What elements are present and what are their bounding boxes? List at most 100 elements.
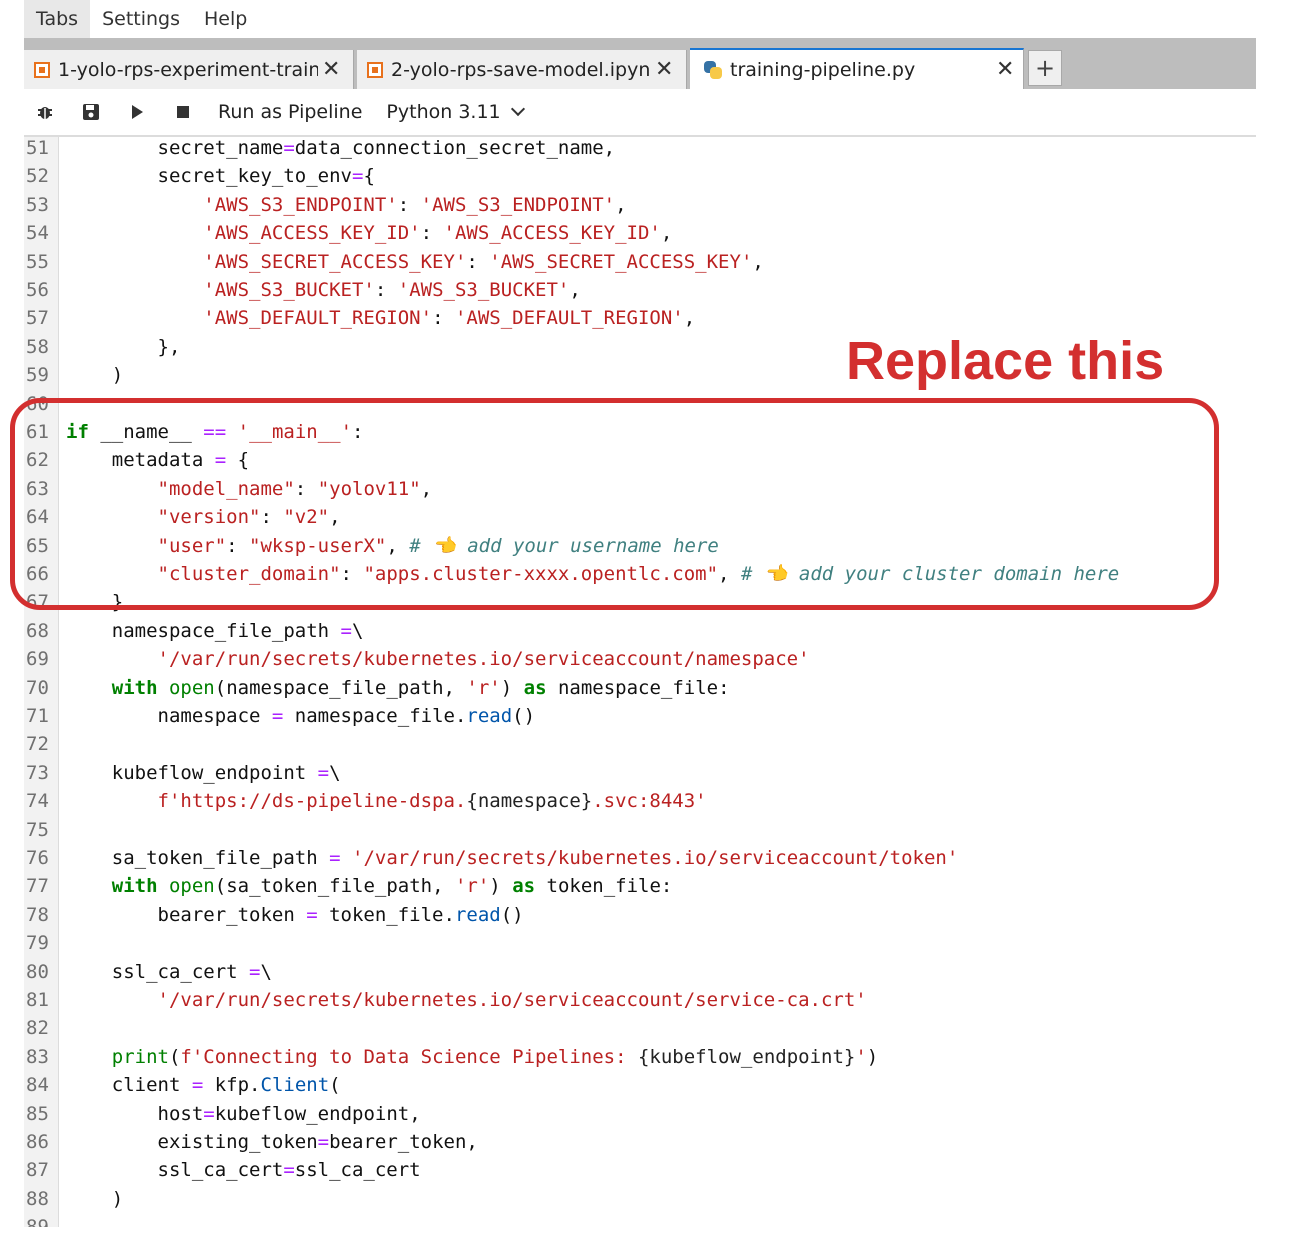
code-text: bearer_token = token_file.read() (66, 903, 524, 926)
line-number: 84 (26, 1074, 49, 1097)
code-line: 55 'AWS_SECRET_ACCESS_KEY': 'AWS_SECRET_… (24, 248, 1256, 276)
menu-help[interactable]: Help (192, 0, 259, 38)
add-tab-button[interactable]: + (1028, 50, 1062, 86)
tab-save-model[interactable]: 2-yolo-rps-save-model.ipyn ✕ (357, 50, 687, 89)
code-text: namespace_file_path =\ (66, 619, 364, 642)
code-text: kubeflow_endpoint =\ (66, 761, 341, 784)
code-text: '/var/run/secrets/kubernetes.io/servicea… (157, 648, 810, 671)
code-line: 72 (24, 730, 1256, 758)
line-number: 69 (26, 648, 49, 671)
editor-toolbar: Run as Pipeline Python 3.11 (24, 89, 1256, 137)
code-text: '/var/run/secrets/kubernetes.io/servicea… (157, 989, 867, 1011)
run-as-pipeline-button[interactable]: Run as Pipeline (218, 101, 362, 123)
code-text: print(f'Connecting to Data Science Pipel… (111, 1045, 879, 1068)
code-line: 89 (24, 1213, 1256, 1227)
annotation-text: Replace this (846, 331, 1165, 391)
code-line: 83 print(f'Connecting to Data Science Pi… (24, 1043, 1256, 1071)
code-text: 'AWS_DEFAULT_REGION': 'AWS_DEFAULT_REGIO… (203, 307, 696, 330)
code-text: secret_name=data_connection_secret_name, (66, 137, 616, 159)
line-number: 54 (26, 222, 49, 245)
tab-label: training-pipeline.py (730, 58, 916, 81)
line-number: 70 (26, 676, 49, 699)
code-text: with open(namespace_file_path, 'r') as n… (111, 676, 730, 699)
code-text: 'AWS_SECRET_ACCESS_KEY': 'AWS_SECRET_ACC… (203, 250, 764, 273)
bug-icon[interactable] (36, 103, 54, 121)
code-line: 76 sa_token_file_path = '/var/run/secret… (24, 844, 1256, 872)
tab-training-pipeline[interactable]: training-pipeline.py ✕ (690, 48, 1024, 89)
tab-label: 1-yolo-rps-experiment-train (58, 58, 318, 81)
code-text: 'AWS_S3_BUCKET': 'AWS_S3_BUCKET', (203, 279, 581, 301)
code-line: 73 kubeflow_endpoint =\ (24, 759, 1256, 787)
code-text: existing_token=bearer_token, (66, 1131, 478, 1153)
line-number: 68 (26, 619, 49, 642)
code-line: 51 secret_name=data_connection_secret_na… (24, 137, 1256, 162)
line-number: 53 (26, 193, 49, 216)
notebook-icon (367, 61, 383, 78)
line-number: 74 (26, 790, 49, 813)
python-icon (704, 60, 722, 79)
line-number: 89 (24, 1213, 56, 1227)
line-number: 83 (26, 1045, 49, 1068)
line-number: 56 (26, 279, 49, 301)
code-text: ) (66, 364, 124, 387)
code-text: secret_key_to_env={ (66, 165, 375, 188)
code-line: 57 'AWS_DEFAULT_REGION': 'AWS_DEFAULT_RE… (24, 304, 1256, 332)
save-icon[interactable] (82, 103, 100, 121)
line-number: 51 (26, 137, 49, 159)
code-line: 88 ) (24, 1185, 1256, 1213)
code-line: 54 'AWS_ACCESS_KEY_ID': 'AWS_ACCESS_KEY_… (24, 219, 1256, 247)
code-editor[interactable]: 51 secret_name=data_connection_secret_na… (24, 137, 1256, 1227)
code-text: client = kfp.Client( (66, 1074, 341, 1097)
code-text: f'https://ds-pipeline-dspa.{namespace}.s… (157, 790, 707, 813)
line-number: 87 (26, 1159, 49, 1182)
code-line: 70 with open(namespace_file_path, 'r') a… (24, 674, 1256, 702)
line-number: 73 (26, 761, 49, 784)
line-number: 52 (26, 165, 49, 188)
code-text: namespace = namespace_file.read() (66, 705, 536, 727)
code-line: 68 namespace_file_path =\ (24, 617, 1256, 645)
close-icon[interactable]: ✕ (322, 57, 340, 82)
code-text: }, (66, 335, 181, 358)
code-line: 52 secret_key_to_env={ (24, 162, 1256, 190)
code-line: 80 ssl_ca_cert =\ (24, 958, 1256, 986)
code-line: 74 f'https://ds-pipeline-dspa.{namespace… (24, 787, 1256, 815)
notebook-icon (34, 61, 50, 78)
line-number: 79 (26, 932, 49, 955)
code-line: 69 '/var/run/secrets/kubernetes.io/servi… (24, 645, 1256, 673)
line-number: 58 (26, 335, 49, 358)
stop-icon[interactable] (174, 103, 192, 121)
code-line: 87 ssl_ca_cert=ssl_ca_cert (24, 1156, 1256, 1184)
code-line: 84 client = kfp.Client( (24, 1071, 1256, 1099)
tab-experiment-train[interactable]: 1-yolo-rps-experiment-train ✕ (24, 50, 354, 89)
code-line: 75 (24, 816, 1256, 844)
code-text: ssl_ca_cert =\ (66, 960, 272, 983)
code-text: 'AWS_S3_ENDPOINT': 'AWS_S3_ENDPOINT', (203, 193, 627, 216)
code-line: 81 '/var/run/secrets/kubernetes.io/servi… (24, 986, 1256, 1014)
chevron-down-icon (510, 101, 525, 117)
code-line: 71 namespace = namespace_file.read() (24, 702, 1256, 730)
code-text: ssl_ca_cert=ssl_ca_cert (66, 1159, 421, 1182)
line-number: 57 (26, 307, 49, 330)
line-number: 75 (26, 818, 49, 841)
menu-settings[interactable]: Settings (90, 0, 192, 38)
code-line: 82 (24, 1014, 1256, 1042)
kernel-label: Python 3.11 (386, 101, 501, 123)
line-number: 78 (26, 903, 49, 926)
code-line: 85 host=kubeflow_endpoint, (24, 1100, 1256, 1128)
kernel-selector[interactable]: Python 3.11 (386, 101, 525, 123)
close-icon[interactable]: ✕ (655, 57, 673, 82)
code-line: 78 bearer_token = token_file.read() (24, 901, 1256, 929)
code-text: 'AWS_ACCESS_KEY_ID': 'AWS_ACCESS_KEY_ID'… (203, 222, 673, 245)
tab-label: 2-yolo-rps-save-model.ipyn (391, 58, 651, 81)
run-icon[interactable] (128, 103, 146, 121)
line-number: 59 (26, 364, 49, 387)
line-number: 86 (26, 1131, 49, 1153)
menu-tabs[interactable]: Tabs (24, 0, 91, 38)
line-number: 81 (26, 989, 49, 1011)
code-text: with open(sa_token_file_path, 'r') as to… (111, 875, 673, 898)
close-icon[interactable]: ✕ (996, 57, 1014, 82)
line-number: 72 (26, 733, 49, 756)
highlight-box (10, 398, 1219, 610)
line-number: 77 (26, 875, 49, 898)
code-line: 79 (24, 929, 1256, 957)
